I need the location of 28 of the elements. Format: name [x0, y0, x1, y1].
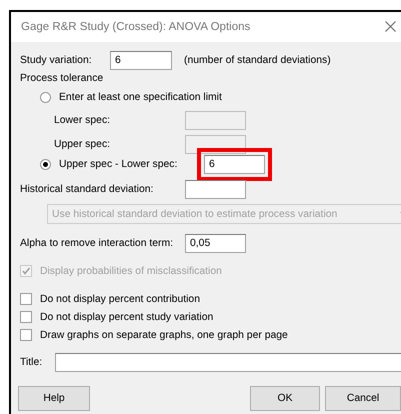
checkbox-label: Display probabilities of misclassification	[40, 266, 222, 276]
input-field[interactable]: 6	[110, 50, 172, 70]
note-text: (number of standard deviations)	[184, 54, 331, 66]
input-field[interactable]	[185, 180, 246, 198]
dialog-button[interactable]: Help	[18, 386, 90, 411]
close-icon[interactable]	[385, 21, 396, 32]
field-label: Upper spec:	[54, 138, 112, 150]
field-label: Title:	[20, 356, 44, 368]
checkbox-label: Draw graphs on separate graphs, one graph per page	[40, 330, 288, 340]
checkbox-label: Do not display percent contribution	[40, 294, 200, 304]
field-label: Historical standard deviation:	[20, 184, 154, 194]
radio-button[interactable]	[40, 92, 51, 102]
field-label: Alpha to remove interaction term:	[20, 238, 174, 248]
field-label: Lower spec:	[54, 114, 112, 126]
radio-button[interactable]	[40, 158, 51, 170]
field-label: Study variation:	[20, 54, 93, 66]
radio-label: Upper spec - Lower spec:	[59, 158, 178, 170]
dialog-button[interactable]: OK	[250, 386, 320, 411]
radio-label: Enter at least one specification limit	[59, 92, 222, 102]
window-title: Gage R&R Study (Crossed): ANOVA Options	[21, 21, 250, 33]
checkbox[interactable]	[20, 311, 32, 323]
section-heading: Process tolerance	[20, 72, 104, 84]
input-field[interactable]	[55, 352, 401, 372]
checkbox[interactable]	[20, 329, 32, 341]
checkbox[interactable]	[20, 293, 32, 305]
checkbox-label: Do not display percent study variation	[40, 312, 214, 322]
input-field[interactable]: 0,05	[185, 234, 246, 252]
dialog-button[interactable]: Cancel	[325, 386, 401, 411]
